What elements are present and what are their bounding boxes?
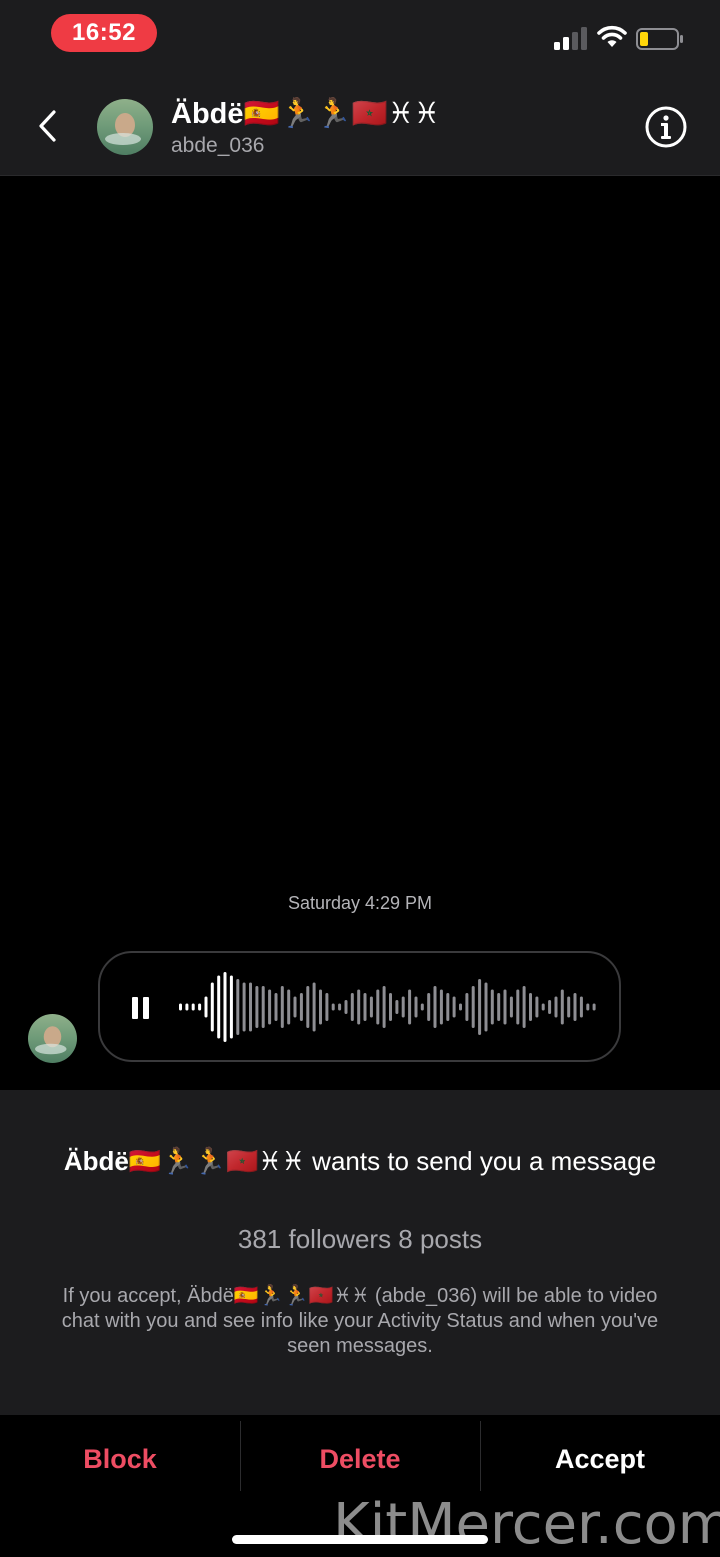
request-stats: 381 followers 8 posts — [237, 1224, 483, 1254]
waveform-bar — [331, 1003, 335, 1011]
waveform-bar — [484, 982, 488, 1032]
waveform-bar — [541, 1003, 545, 1011]
waveform-bar — [522, 986, 526, 1028]
waveform-bar — [179, 1003, 182, 1011]
waveform-bar — [261, 986, 265, 1028]
voice-waveform[interactable] — [178, 969, 598, 1045]
waveform-bar — [344, 1000, 348, 1014]
waveform-bar — [350, 993, 354, 1021]
waveform-bar — [401, 996, 405, 1018]
waveform-bar — [420, 1003, 424, 1011]
waveform-bar — [535, 996, 539, 1018]
waveform-bar — [204, 996, 208, 1018]
delete-button[interactable]: Delete — [240, 1421, 480, 1497]
avatar[interactable] — [97, 99, 153, 155]
request-action-bar: Block Delete Accept KitMercer.com — [0, 1415, 720, 1557]
waveform-bar — [516, 989, 520, 1025]
waveform-bar — [357, 989, 361, 1025]
waveform-bar — [312, 982, 316, 1032]
waveform-bar — [560, 989, 564, 1025]
chevron-left-icon[interactable] — [34, 106, 62, 146]
waveform-bar — [497, 993, 501, 1021]
waveform-bar — [433, 986, 437, 1028]
request-note: If you accept, Äbdë🇪🇸🏃🏃🇲🇦♓♓ (abde_036) w… — [61, 1285, 659, 1357]
message-request-panel: Äbdë🇪🇸🏃🏃🇲🇦♓♓ wants to send you a message… — [0, 1090, 720, 1415]
home-indicator[interactable] — [232, 1535, 488, 1544]
waveform-bar — [471, 986, 475, 1028]
waveform-bar — [478, 979, 482, 1035]
status-time: 16:52 — [51, 14, 157, 52]
voice-message[interactable] — [98, 951, 621, 1062]
wifi-icon — [597, 25, 627, 47]
watermark: KitMercer.com — [333, 1492, 720, 1557]
block-button[interactable]: Block — [0, 1421, 240, 1497]
status-bar: 16:52 — [0, 0, 720, 76]
waveform-bar — [452, 996, 456, 1018]
waveform-bar — [369, 996, 373, 1018]
request-sender-name: Äbdë🇪🇸🏃🏃🇲🇦♓♓ — [63, 1146, 305, 1176]
waveform-bar — [293, 996, 297, 1018]
waveform-bar — [382, 986, 386, 1028]
waveform-bar — [465, 993, 469, 1021]
waveform-bar — [446, 993, 450, 1021]
battery-low-icon — [636, 28, 683, 50]
conversation-header: Äbdë🇪🇸🏃🏃🇲🇦♓♓ abde_036 — [0, 76, 720, 176]
waveform-bar — [567, 996, 571, 1018]
message-timestamp: Saturday 4:29 PM — [287, 893, 433, 913]
waveform-bar — [185, 1003, 189, 1011]
waveform-bar — [579, 996, 583, 1018]
info-icon[interactable] — [644, 105, 688, 149]
cellular-signal-icon — [554, 27, 587, 50]
waveform-bar — [299, 993, 303, 1021]
sender-avatar[interactable] — [28, 1014, 77, 1063]
waveform-bar — [408, 989, 412, 1025]
waveform-bar — [573, 993, 577, 1021]
waveform-bar — [376, 989, 380, 1025]
waveform-bar — [439, 989, 443, 1025]
waveform-bar — [306, 986, 310, 1028]
waveform-bar — [503, 989, 507, 1025]
waveform-bar — [255, 986, 259, 1028]
waveform-bar — [287, 989, 291, 1025]
conversation-username[interactable]: abde_036 — [171, 134, 264, 158]
waveform-bar — [490, 989, 494, 1025]
waveform-bar — [395, 1000, 399, 1014]
waveform-bar — [586, 1003, 590, 1011]
waveform-bar — [191, 1003, 195, 1011]
waveform-bar — [529, 993, 532, 1021]
waveform-bar — [459, 1003, 462, 1011]
waveform-bar — [217, 975, 221, 1039]
waveform-bar — [325, 993, 329, 1021]
waveform-bar — [210, 982, 214, 1032]
waveform-bar — [509, 996, 513, 1018]
waveform-bar — [242, 982, 246, 1032]
waveform-bar — [223, 972, 227, 1042]
conversation-title[interactable]: Äbdë🇪🇸🏃🏃🇲🇦♓♓ — [171, 96, 440, 131]
waveform-bar — [338, 1003, 342, 1011]
waveform-bar — [363, 993, 367, 1021]
waveform-bar — [319, 989, 322, 1025]
waveform-bar — [592, 1003, 596, 1011]
waveform-bar — [280, 986, 284, 1028]
request-title: Äbdë🇪🇸🏃🏃🇲🇦♓♓ wants to send you a message — [60, 1145, 660, 1178]
waveform-bar — [198, 1003, 202, 1011]
waveform-bar — [389, 993, 392, 1021]
waveform-bar — [249, 982, 252, 1032]
waveform-bar — [427, 993, 431, 1021]
waveform-bar — [548, 1000, 552, 1014]
waveform-bar — [229, 975, 233, 1039]
pause-icon[interactable] — [130, 995, 152, 1021]
waveform-bar — [554, 996, 558, 1018]
accept-button[interactable]: Accept — [480, 1421, 720, 1497]
waveform-bar — [268, 989, 272, 1025]
request-title-suffix: wants to send you a message — [304, 1146, 657, 1176]
waveform-bar — [414, 996, 418, 1018]
waveform-bar — [274, 993, 278, 1021]
waveform-bar — [236, 979, 240, 1035]
